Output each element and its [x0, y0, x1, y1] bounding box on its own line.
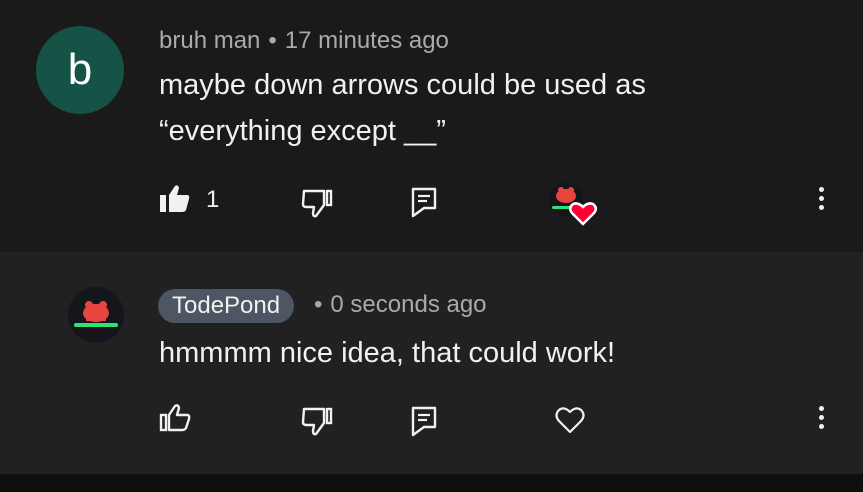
comment-text-line: hmmmm nice idea, that could work!	[159, 337, 616, 369]
creator-chip[interactable]: TodePond	[158, 289, 295, 323]
comment-time[interactable]: 0 seconds ago	[330, 291, 486, 318]
comment-time[interactable]: 17 minutes ago	[285, 27, 449, 54]
comment-meta: bruh man • 17 minutes ago	[159, 27, 449, 55]
more-vert-icon[interactable]	[819, 187, 825, 214]
frog-avatar-icon	[74, 301, 118, 327]
comment-text-line: maybe down arrows could be used as	[159, 69, 646, 101]
creator-heart-icon[interactable]	[546, 180, 600, 228]
avatar[interactable]: b	[36, 26, 124, 114]
author-name: TodePond	[172, 292, 281, 319]
thumbs-down-icon[interactable]	[300, 406, 334, 436]
thumbs-down-icon[interactable]	[300, 188, 334, 218]
thumbs-up-icon[interactable]	[158, 403, 192, 433]
more-vert-icon[interactable]	[819, 406, 825, 433]
like-count: 1	[206, 186, 220, 213]
comment-text: hmmmm nice idea, that could work!	[159, 330, 615, 376]
comment-text-line: “everything except __”	[159, 115, 446, 147]
comment-meta: • 0 seconds ago	[314, 291, 487, 319]
thumbs-up-filled-icon[interactable]	[158, 184, 192, 214]
comment-text: maybe down arrows could be used as “ever…	[159, 62, 646, 154]
divider	[0, 474, 863, 492]
author-name[interactable]: bruh man	[159, 27, 260, 54]
meta-separator: •	[314, 291, 323, 318]
comment-item: b bruh man • 17 minutes ago maybe down arr…	[0, 0, 863, 252]
reply-icon[interactable]	[410, 405, 438, 437]
avatar-letter: b	[67, 45, 93, 94]
avatar[interactable]	[68, 287, 124, 343]
reply-icon[interactable]	[410, 186, 438, 218]
heart-outline-icon[interactable]	[554, 405, 586, 435]
meta-separator: •	[268, 27, 277, 54]
